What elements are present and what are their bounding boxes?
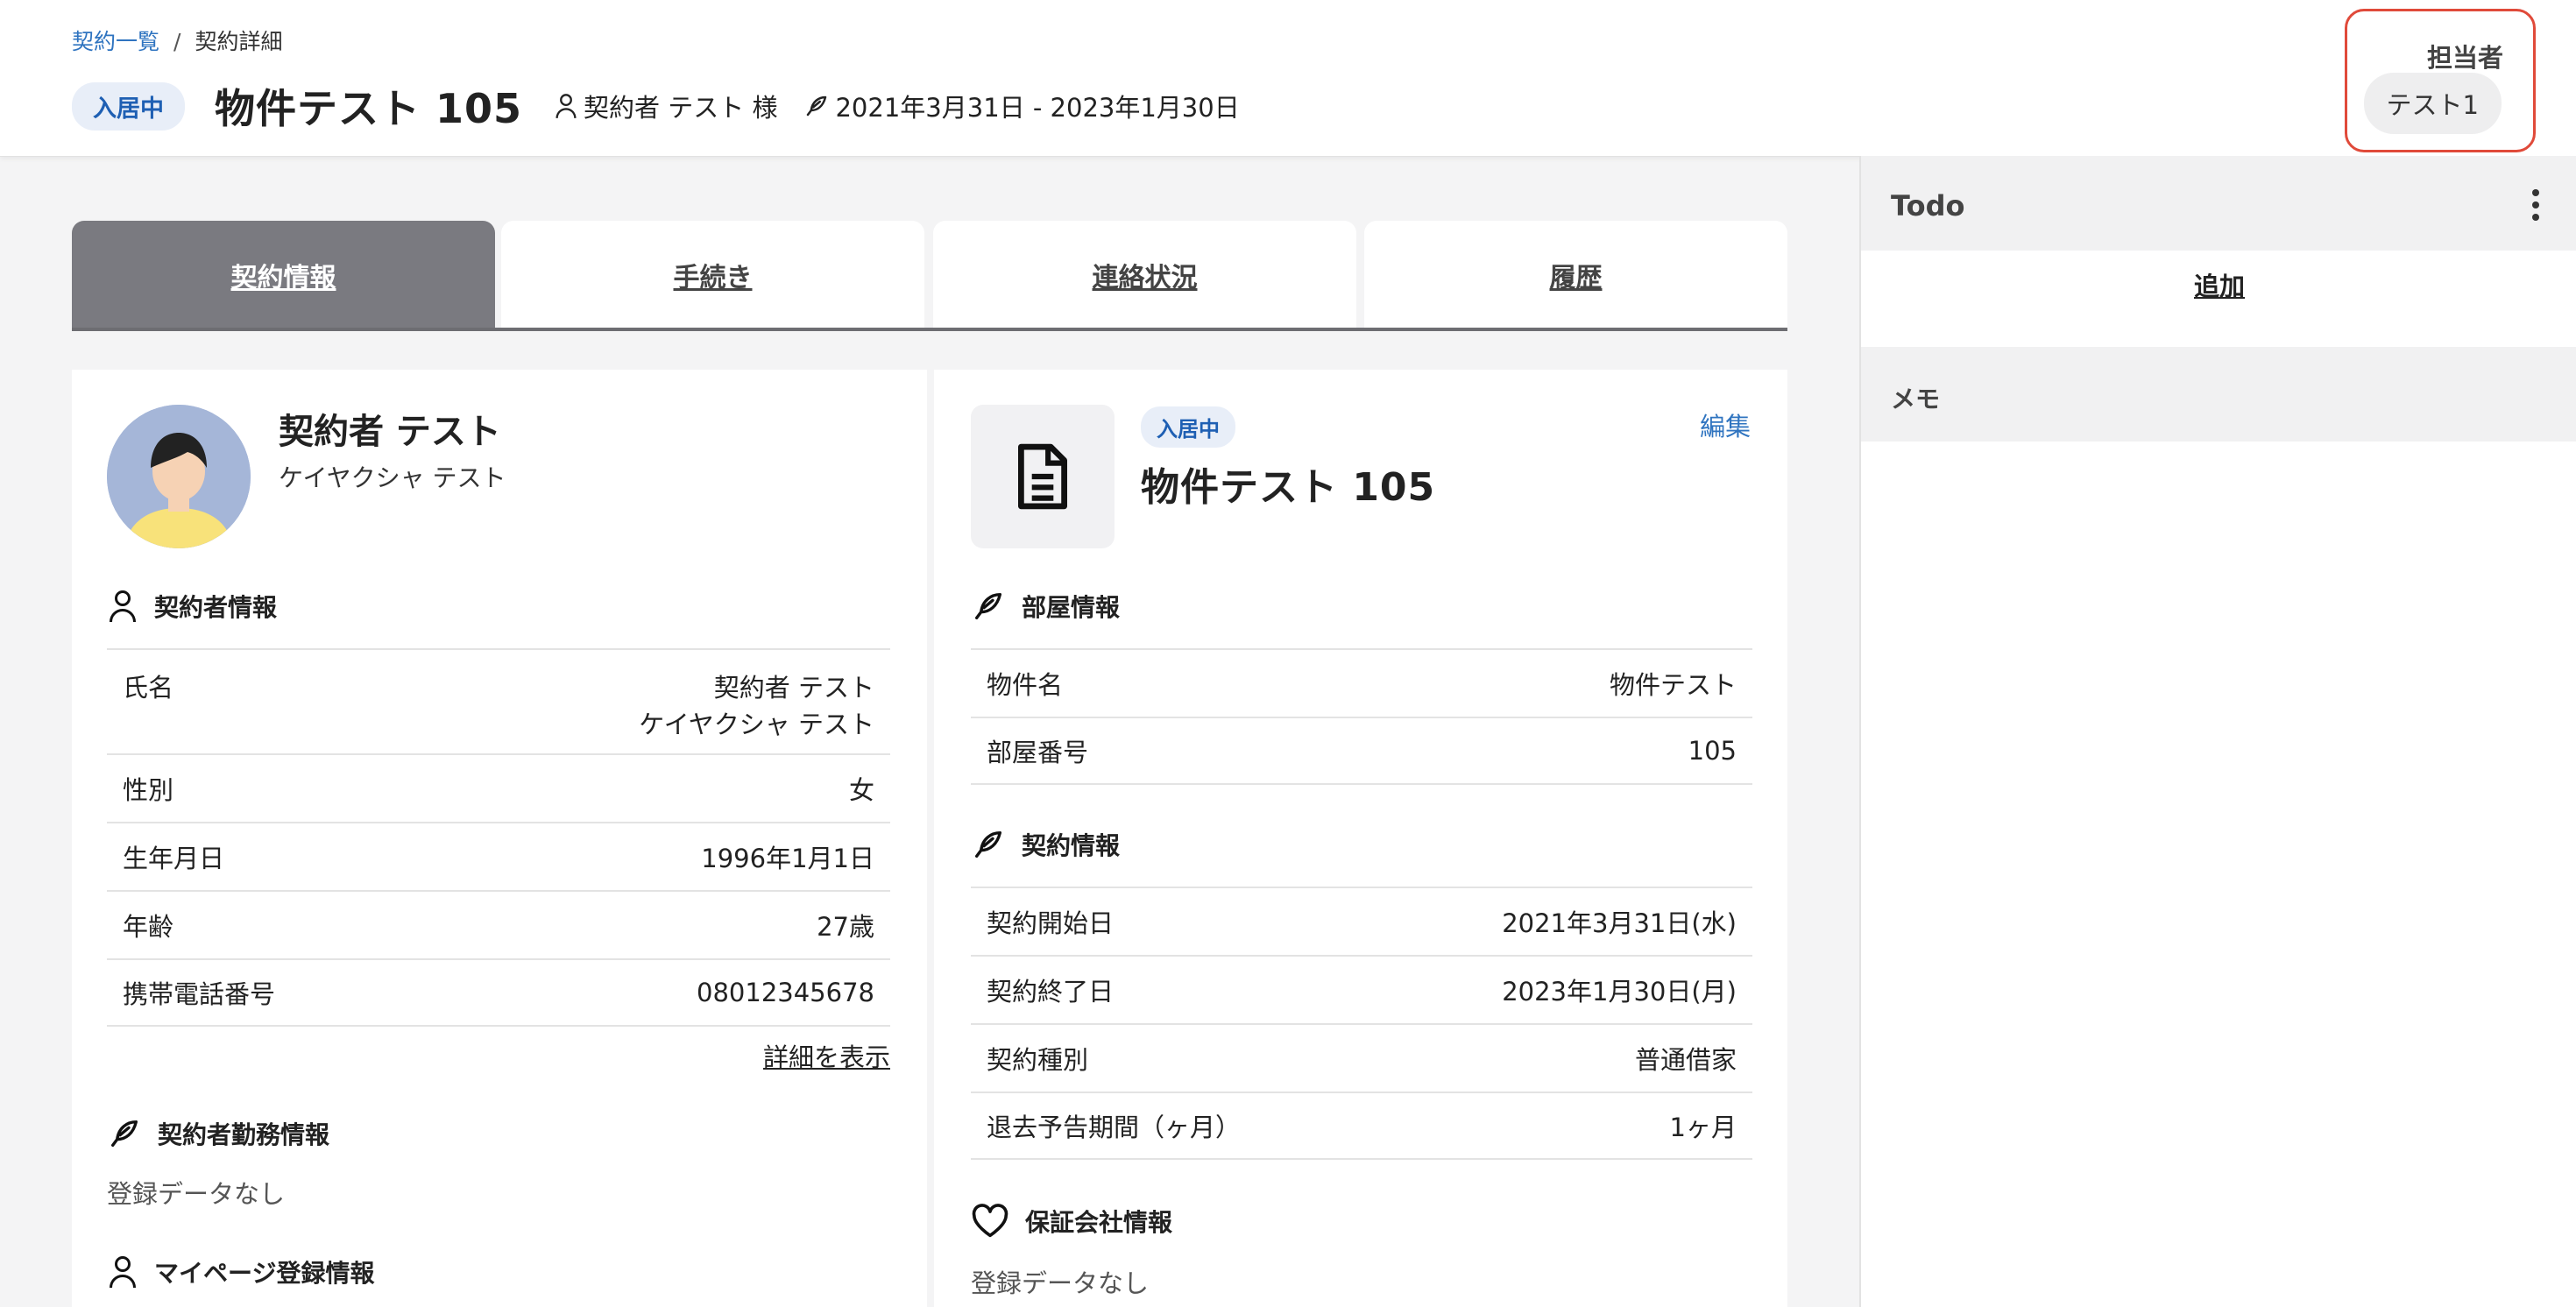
document-icon <box>971 405 1115 548</box>
tab-procedures[interactable]: 手続き <box>501 221 924 329</box>
section-title: 契約者情報 <box>154 593 278 622</box>
table-row: 退去予告期間（ヶ月） 1ヶ月 <box>971 1092 1752 1160</box>
property-title: 物件テスト 105 <box>1141 465 1436 510</box>
add-todo-link[interactable]: 追加 <box>1861 266 2576 303</box>
title-row: 入居中 物件テスト 105 契約者 テスト 様 2021年3月31日 - 202… <box>72 81 1240 132</box>
guarantor-info-heading: 保証会社情報 <box>971 1204 1172 1239</box>
tab-contact-status[interactable]: 連絡状況 <box>933 221 1356 329</box>
contractor-name-heading: 契約者 テスト <box>279 412 501 452</box>
row-key: 契約開始日 <box>987 908 1115 938</box>
table-row: 年齢 27歳 <box>107 890 890 958</box>
table-row: 携帯電話番号 08012345678 <box>107 958 890 1027</box>
row-key: 生年月日 <box>123 844 225 873</box>
status-badge: 入居中 <box>72 81 185 131</box>
section-title: 契約情報 <box>1022 831 1121 860</box>
row-value: 105 <box>1688 736 1737 766</box>
table-row: 物件名 物件テスト <box>971 648 1752 717</box>
row-key: 携帯電話番号 <box>123 979 276 1009</box>
full-name-kana: ケイヤクシャ テスト <box>639 710 874 739</box>
row-value: 1996年1月1日 <box>701 844 874 873</box>
breadcrumb-current: 契約詳細 <box>195 29 283 54</box>
side-panel: Todo 追加 メモ <box>1859 156 2576 1307</box>
row-key: 氏名 <box>123 673 174 703</box>
assignee-panel: 担当者 テスト1 <box>2345 9 2536 152</box>
feather-icon <box>975 593 1001 619</box>
contractor-kana: ケイヤクシャ テスト <box>279 463 506 492</box>
breadcrumb: 契約一覧 / 契約詳細 <box>72 25 282 56</box>
mypage-info-heading: マイページ登録情報 <box>107 1254 374 1289</box>
tab-history[interactable]: 履歴 <box>1364 221 1787 329</box>
row-value: 27歳 <box>817 912 874 942</box>
assignee-chip[interactable]: テスト1 <box>2363 73 2502 134</box>
memo-title: メモ <box>1891 385 1941 413</box>
page-title: 物件テスト 105 <box>215 85 523 132</box>
row-key: 部屋番号 <box>987 738 1089 767</box>
row-value: 女 <box>848 775 874 805</box>
feather-icon <box>110 1120 138 1147</box>
table-row: 契約開始日 2021年3月31日(水) <box>971 887 1752 955</box>
show-details-link[interactable]: 詳細を表示 <box>763 1037 890 1074</box>
page-header: 契約一覧 / 契約詳細 入居中 物件テスト 105 契約者 テスト 様 2021年3… <box>0 0 2576 157</box>
property-card: 入居中 編集 物件テスト 105 部屋情報 物件名 物件テスト 部屋番号 105… <box>934 370 1787 1307</box>
contract-period: 2021年3月31日 - 2023年1月30日 <box>835 93 1240 123</box>
person-icon <box>110 1256 136 1289</box>
heart-icon <box>972 1204 1008 1238</box>
memo-header: メモ <box>1861 347 2576 442</box>
row-value: 普通借家 <box>1634 1045 1737 1075</box>
section-title: マイページ登録情報 <box>154 1259 375 1288</box>
table-row: 契約種別 普通借家 <box>971 1023 1752 1092</box>
work-info-heading: 契約者勤務情報 <box>107 1116 329 1151</box>
tab-bar: 契約情報 手続き 連絡状況 履歴 <box>72 221 1787 331</box>
breadcrumb-contract-list[interactable]: 契約一覧 <box>72 29 159 54</box>
row-key: 性別 <box>123 775 174 805</box>
period-meta: 2021年3月31日 - 2023年1月30日 <box>803 88 1240 124</box>
row-value: 2021年3月31日(水) <box>1502 908 1737 938</box>
row-key: 退去予告期間（ヶ月） <box>987 1113 1242 1142</box>
contract-info-heading: 契約情報 <box>971 827 1120 862</box>
row-key: 年齢 <box>123 912 174 942</box>
table-row: 性別 女 <box>107 753 890 822</box>
avatar <box>107 405 251 548</box>
section-title: 部屋情報 <box>1022 593 1121 622</box>
section-title: 保証会社情報 <box>1025 1208 1173 1237</box>
contractor-info-heading: 契約者情報 <box>107 589 277 624</box>
contractor-info-table: 氏名 契約者 テストケイヤクシャ テスト 性別 女 生年月日 1996年1月1日… <box>107 648 890 1027</box>
room-info-heading: 部屋情報 <box>971 589 1120 624</box>
row-value: 2023年1月30日(月) <box>1502 977 1737 1007</box>
section-title: 契約者勤務情報 <box>158 1120 330 1149</box>
todo-header: Todo <box>1861 156 2576 251</box>
more-options-icon[interactable] <box>2532 189 2539 221</box>
contractor-name: 契約者 テスト 様 <box>584 93 778 123</box>
person-icon <box>556 94 577 118</box>
room-info-table: 物件名 物件テスト 部屋番号 105 <box>971 648 1752 785</box>
tab-contract-info[interactable]: 契約情報 <box>72 221 495 329</box>
table-row: 生年月日 1996年1月1日 <box>107 822 890 890</box>
contract-info-table: 契約開始日 2021年3月31日(水) 契約終了日 2023年1月30日(月) … <box>971 887 1752 1160</box>
row-key: 物件名 <box>987 670 1064 700</box>
property-status-badge: 入居中 <box>1141 406 1235 448</box>
contractor-meta: 契約者 テスト 様 <box>554 88 777 124</box>
person-icon <box>110 590 136 623</box>
row-value: 08012345678 <box>697 978 874 1007</box>
contractor-card: 契約者 テスト ケイヤクシャ テスト 契約者情報 氏名 契約者 テストケイヤクシ… <box>72 370 927 1307</box>
todo-title: Todo <box>1891 189 1965 223</box>
edit-link[interactable]: 編集 <box>1700 406 1751 443</box>
row-key: 契約種別 <box>987 1045 1089 1075</box>
feather-icon <box>807 95 827 117</box>
assignee-label: 担当者 <box>2426 43 2503 73</box>
table-row: 契約終了日 2023年1月30日(月) <box>971 955 1752 1023</box>
feather-icon <box>975 831 1001 858</box>
row-value: 契約者 テストケイヤクシャ テスト <box>639 668 874 741</box>
row-value: 1ヶ月 <box>1669 1113 1737 1142</box>
row-value: 物件テスト <box>1609 670 1737 700</box>
guarantor-info-empty: 登録データなし <box>971 1268 1150 1298</box>
breadcrumb-separator: / <box>173 29 181 54</box>
table-row: 部屋番号 105 <box>971 717 1752 785</box>
row-key: 契約終了日 <box>987 977 1115 1007</box>
work-info-empty: 登録データなし <box>107 1179 286 1209</box>
tab-underline <box>72 328 1787 331</box>
full-name: 契約者 テスト <box>713 673 874 703</box>
table-row: 氏名 契約者 テストケイヤクシャ テスト <box>107 648 890 753</box>
